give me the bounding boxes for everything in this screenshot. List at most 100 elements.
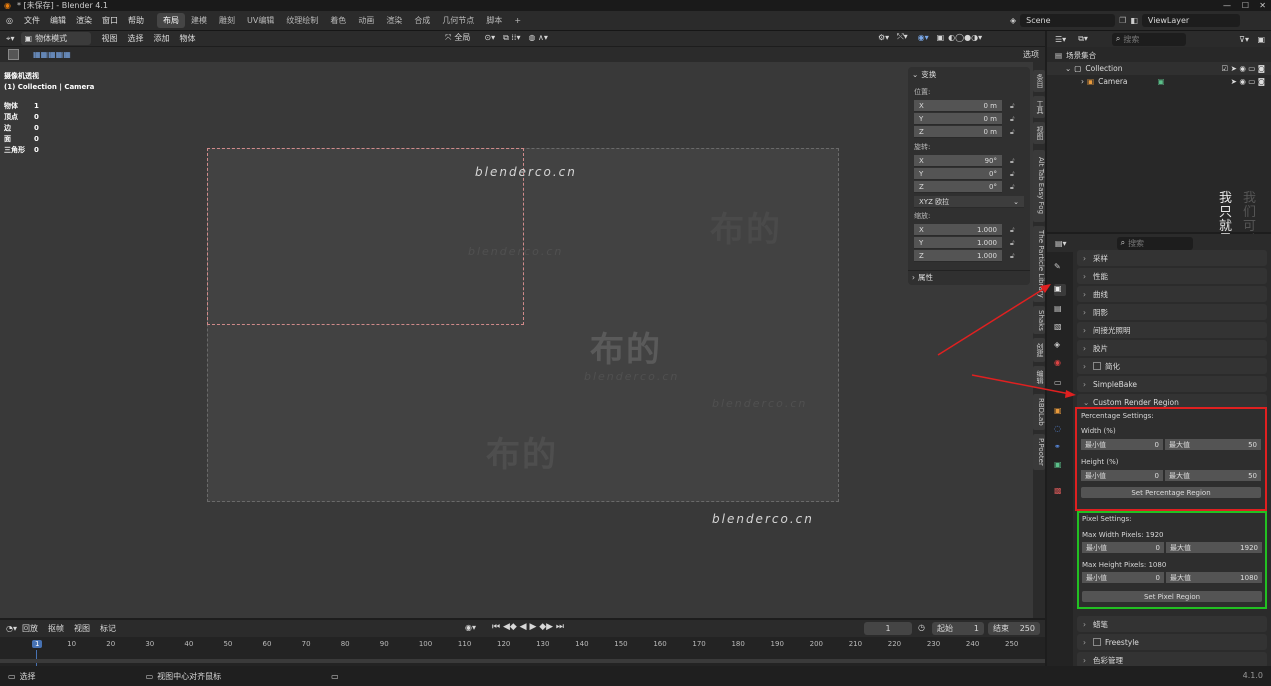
- scene-selector[interactable]: Scene: [1020, 14, 1116, 27]
- menu-playback[interactable]: 回放: [17, 623, 43, 634]
- lock-icon[interactable]: 🔓︎: [1010, 183, 1018, 191]
- tool-icon[interactable]: ✎: [1054, 262, 1066, 274]
- display-mode-icon[interactable]: ⧉▾: [1078, 34, 1088, 44]
- clock-icon[interactable]: ◷: [918, 623, 925, 632]
- rotation-x-field[interactable]: X 90°: [914, 155, 1002, 167]
- blender-menu-icon[interactable]: ◎: [6, 16, 13, 25]
- constraints-icon[interactable]: ⚭: [1054, 442, 1066, 454]
- menu-add[interactable]: 添加: [149, 33, 175, 44]
- panel-grease-pencil[interactable]: › 蜡笔: [1077, 616, 1267, 632]
- set-pixel-region-button[interactable]: Set Pixel Region: [1082, 591, 1262, 602]
- start-frame-field[interactable]: 起始 1: [932, 622, 984, 635]
- select-mode-icons[interactable]: ▦▦▦▦▦: [33, 50, 71, 59]
- xray-icon[interactable]: ▣: [937, 33, 945, 42]
- height-min-field[interactable]: 最小值 0: [1081, 470, 1163, 481]
- lock-icon[interactable]: 🔓︎: [1010, 115, 1018, 123]
- playback-controls[interactable]: ⏮ ◀◆ ◀ ▶ ◆▶ ⏭: [492, 622, 564, 632]
- transform-panel-header[interactable]: ⌄ 变换: [908, 67, 1030, 81]
- menu-help[interactable]: 帮助: [123, 15, 149, 26]
- outliner-item-camera[interactable]: › ▣ Camera ▣ ➤ ◉ ▭ ◙: [1047, 75, 1271, 88]
- visibility-toggles[interactable]: ☑ ➤ ◉ ▭ ◙: [1222, 64, 1265, 73]
- menu-keying[interactable]: 抠帧: [43, 623, 69, 634]
- menu-select[interactable]: 选择: [123, 33, 149, 44]
- timeline-track[interactable]: 1 10 20 30 40 50 60 70 80 90 100 110 120 130 140 150 160…: [0, 637, 1045, 666]
- viewlayer-selector[interactable]: ViewLayer: [1141, 14, 1240, 27]
- close-icon[interactable]: ✕: [1259, 1, 1266, 10]
- pivot-icon[interactable]: ⊙▾: [484, 33, 495, 42]
- physics-icon[interactable]: ◌: [1054, 424, 1066, 436]
- copy-icon[interactable]: ❐: [1119, 16, 1126, 25]
- new-collection-icon[interactable]: ▣: [1257, 35, 1265, 44]
- texture-icon[interactable]: ▩: [1054, 486, 1066, 498]
- 3d-viewport[interactable]: 摄像机透视 (1) Collection | Camera 物体 1 顶点 0 边0…: [0, 62, 1033, 618]
- gizmo-icon[interactable]: ⤲▾: [897, 32, 907, 42]
- add-workspace-icon[interactable]: +: [508, 14, 527, 27]
- timeline-editor-icon[interactable]: ◔▾: [6, 624, 17, 633]
- tab-ppooter[interactable]: P.Pooter: [1033, 434, 1045, 470]
- tab-modeling[interactable]: 建模: [185, 13, 213, 28]
- end-frame-field[interactable]: 结束 250: [988, 622, 1040, 635]
- tab-compositing[interactable]: 合成: [408, 13, 436, 28]
- outliner-editor-icon[interactable]: ☰▾: [1055, 35, 1066, 44]
- tab-uv[interactable]: UV编辑: [241, 13, 280, 28]
- rotation-y-field[interactable]: Y 0°: [914, 168, 1002, 180]
- checkbox[interactable]: [1093, 638, 1101, 646]
- visibility-toggles[interactable]: ➤ ◉ ▭ ◙: [1231, 77, 1265, 86]
- location-y-field[interactable]: Y0 m: [914, 113, 1002, 125]
- lock-icon[interactable]: 🔓︎: [1010, 157, 1018, 165]
- tab-layout[interactable]: 布局: [156, 13, 185, 28]
- menu-timeline-view[interactable]: 视图: [69, 623, 95, 634]
- tab-sculpting[interactable]: 雕刻: [213, 13, 241, 28]
- checkbox[interactable]: [1093, 362, 1101, 370]
- lock-icon[interactable]: 🔓︎: [1010, 252, 1018, 260]
- menu-object[interactable]: 物体: [175, 33, 201, 44]
- minimize-icon[interactable]: —: [1223, 1, 1231, 10]
- panel-film[interactable]: › 胶片: [1077, 340, 1267, 356]
- menu-marker[interactable]: 标记: [95, 623, 121, 634]
- menu-edit[interactable]: 编辑: [45, 15, 71, 26]
- tab-texture-paint[interactable]: 纹理绘制: [280, 13, 324, 28]
- mode-selector[interactable]: ▣ 物体模式: [20, 32, 91, 45]
- scale-z-field[interactable]: Z 1.000: [914, 250, 1002, 262]
- orientation-selector[interactable]: 全局: [454, 32, 470, 43]
- width-min-field[interactable]: 最小值 0: [1081, 439, 1163, 450]
- menu-view[interactable]: 视图: [97, 33, 123, 44]
- panel-performance[interactable]: › 性能: [1077, 268, 1267, 284]
- properties-search-input[interactable]: ⌕ 搜索: [1116, 236, 1193, 250]
- panel-indirect-lighting[interactable]: › 间接光照明: [1077, 322, 1267, 338]
- record-icon[interactable]: ◉▾: [465, 623, 476, 632]
- maximize-icon[interactable]: ☐: [1242, 1, 1249, 10]
- menu-render[interactable]: 渲染: [71, 15, 97, 26]
- properties-editor-icon[interactable]: ▤▾: [1055, 239, 1067, 248]
- pixel-height-min-field[interactable]: 最小值 0: [1082, 572, 1164, 583]
- viewlayer-icon[interactable]: ◧: [1130, 16, 1138, 25]
- overlay-icon[interactable]: ◉▾: [918, 33, 929, 42]
- shading-solid-icon[interactable]: ◐◯●◑▾: [948, 33, 982, 42]
- pixel-width-max-field[interactable]: 最大值 1920: [1166, 542, 1262, 553]
- lock-icon[interactable]: 🔓︎: [1010, 226, 1018, 234]
- panel-curves[interactable]: › 曲线: [1077, 286, 1267, 302]
- lock-icon[interactable]: 🔓︎: [1010, 239, 1018, 247]
- location-x-field[interactable]: X0 m: [914, 100, 1002, 112]
- tab-item[interactable]: 条目: [1033, 70, 1045, 92]
- rotation-mode-select[interactable]: XYZ 欧拉 ⌄: [914, 196, 1024, 208]
- tab-tool[interactable]: 工具: [1033, 96, 1045, 118]
- rotation-z-field[interactable]: Z 0°: [914, 181, 1002, 193]
- filter-icon[interactable]: ⊽▾: [1239, 35, 1249, 44]
- pixel-height-max-field[interactable]: 最大值 1080: [1166, 572, 1262, 583]
- playhead[interactable]: 1: [32, 640, 43, 648]
- panel-simplify[interactable]: › 简化: [1077, 358, 1267, 374]
- outliner-item-collection[interactable]: ⌄ ▢ Collection ☑ ➤ ◉ ▭ ◙: [1047, 62, 1271, 75]
- camera-data-icon[interactable]: ▣: [1054, 460, 1066, 472]
- menu-file[interactable]: 文件: [19, 15, 45, 26]
- active-tool-icon[interactable]: [8, 49, 19, 60]
- scale-x-field[interactable]: X 1.000: [914, 224, 1002, 236]
- set-percentage-region-button[interactable]: Set Percentage Region: [1081, 487, 1261, 498]
- location-z-field[interactable]: Z0 m: [914, 126, 1002, 138]
- scene-icon[interactable]: ◈: [1010, 16, 1016, 25]
- tab-animation[interactable]: 动画: [352, 13, 380, 28]
- pixel-width-min-field[interactable]: 最小值 0: [1082, 542, 1164, 553]
- snap-icon[interactable]: ⧉ ⁞⁞▾: [503, 33, 520, 43]
- timeline-scrollbar[interactable]: [0, 659, 1045, 663]
- tab-scripting[interactable]: 脚本: [480, 13, 508, 28]
